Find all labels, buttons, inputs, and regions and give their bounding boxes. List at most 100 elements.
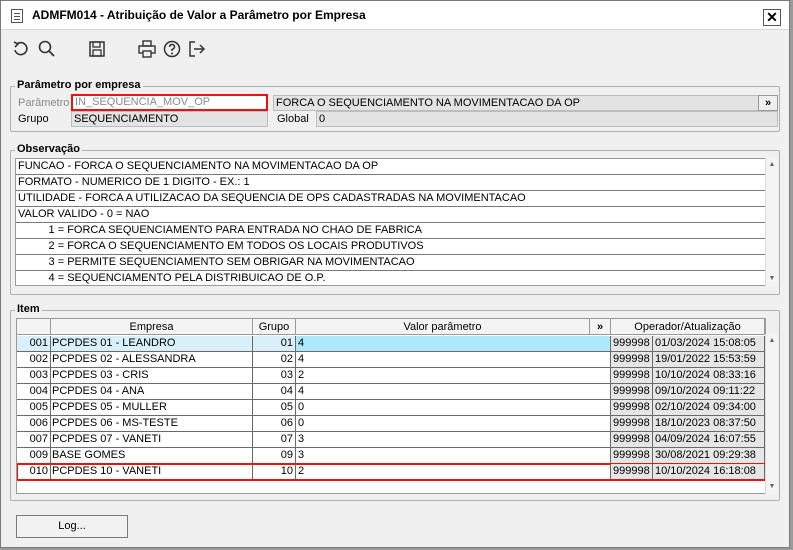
grid-header: Empresa Grupo Valor parâmetro » Operador… (17, 319, 765, 335)
row-operador: 999998 (611, 368, 653, 383)
row-valor[interactable]: 2 (296, 368, 611, 383)
row-valor[interactable]: 3 (296, 432, 611, 447)
row-grupo: 03 (253, 368, 296, 383)
param-group-title: Parâmetro por empresa (15, 79, 143, 91)
close-button[interactable]: ✕ (763, 9, 781, 26)
row-empresa: BASE GOMES (51, 448, 253, 463)
observation-line: 4 = SEQUENCIAMENTO PELA DISTRIBUICAO DE … (16, 271, 765, 285)
row-valor[interactable]: 4 (296, 352, 611, 367)
row-empresa: PCPDES 05 - MULLER (51, 400, 253, 415)
row-operador: 999998 (611, 464, 653, 479)
row-valor[interactable]: 0 (296, 416, 611, 431)
observation-line: VALOR VALIDO - 0 = NAO (16, 207, 765, 223)
col-header-operador[interactable]: Operador/Atualização (611, 319, 765, 335)
row-grupo: 02 (253, 352, 296, 367)
print-icon[interactable] (137, 39, 157, 59)
row-number: 001 (17, 336, 51, 351)
row-empresa: PCPDES 01 - LEANDRO (51, 336, 253, 351)
row-operador: 999998 (611, 400, 653, 415)
obs-group-title: Observação (15, 143, 82, 155)
scroll-down-icon[interactable]: ▼ (766, 481, 778, 493)
col-expand-button[interactable]: » (590, 319, 611, 335)
row-grupo: 07 (253, 432, 296, 447)
row-grupo: 06 (253, 416, 296, 431)
observation-list: FUNCAO - FORCA O SEQUENCIAMENTO NA MOVIM… (15, 158, 766, 286)
toolbar (1, 31, 789, 67)
row-grupo: 05 (253, 400, 296, 415)
row-grupo: 09 (253, 448, 296, 463)
row-valor[interactable]: 2 (296, 464, 611, 479)
row-valor[interactable]: 4 (296, 336, 611, 351)
main-window: ADMFM014 - Atribuição de Valor a Parâmet… (0, 0, 790, 548)
row-empresa: PCPDES 07 - VANETI (51, 432, 253, 447)
exit-icon[interactable] (187, 39, 207, 59)
row-data: 02/10/2024 09:34:00 (653, 400, 765, 415)
table-row[interactable]: 001 PCPDES 01 - LEANDRO 01 4 999998 01/03/202… (17, 336, 765, 352)
table-row[interactable]: 004 PCPDES 04 - ANA 04 4 999998 09/10/2024 09… (17, 384, 765, 400)
table-row[interactable]: 002 PCPDES 02 - ALESSANDRA 02 4 999998 19/01/… (17, 352, 765, 368)
row-number: 003 (17, 368, 51, 383)
row-number: 010 (17, 464, 51, 479)
scroll-up-icon[interactable]: ▲ (766, 335, 778, 347)
row-valor[interactable]: 3 (296, 448, 611, 463)
row-empresa: PCPDES 03 - CRIS (51, 368, 253, 383)
help-icon[interactable] (162, 39, 182, 59)
row-valor[interactable]: 0 (296, 400, 611, 415)
row-number: 007 (17, 432, 51, 447)
item-grid: Empresa Grupo Valor parâmetro » Operador… (16, 318, 766, 494)
save-icon[interactable] (87, 39, 107, 59)
parametro-expand-button[interactable]: » (758, 95, 778, 111)
row-data: 01/03/2024 15:08:05 (653, 336, 765, 351)
parametro-label: Parâmetro (18, 97, 70, 109)
observation-line: FUNCAO - FORCA O SEQUENCIAMENTO NA MOVIM… (16, 159, 765, 175)
col-header-valor[interactable]: Valor parâmetro (296, 319, 590, 335)
row-operador: 999998 (611, 384, 653, 399)
table-row[interactable]: 009 BASE GOMES 09 3 999998 30/08/2021 09:29:3… (17, 448, 765, 464)
row-valor[interactable]: 4 (296, 384, 611, 399)
row-empresa: PCPDES 06 - MS-TESTE (51, 416, 253, 431)
row-empresa: PCPDES 04 - ANA (51, 384, 253, 399)
row-operador: 999998 (611, 336, 653, 351)
table-row[interactable]: 007 PCPDES 07 - VANETI 07 3 999998 04/09/2024… (17, 432, 765, 448)
col-header-num (17, 319, 51, 335)
row-empresa: PCPDES 10 - VANETI (51, 464, 253, 479)
table-row[interactable]: 010 PCPDES 10 - VANETI 10 2 999998 10/10/2024… (17, 463, 765, 481)
row-operador: 999998 (611, 416, 653, 431)
log-button[interactable]: Log... (16, 515, 128, 538)
row-grupo: 10 (253, 464, 296, 479)
table-row[interactable]: 006 PCPDES 06 - MS-TESTE 06 0 999998 18/10/20… (17, 416, 765, 432)
row-number: 009 (17, 448, 51, 463)
col-header-empresa[interactable]: Empresa (51, 319, 253, 335)
app-icon (11, 9, 23, 23)
grupo-label: Grupo (18, 113, 49, 125)
row-operador: 999998 (611, 448, 653, 463)
observation-line: 1 = FORCA SEQUENCIAMENTO PARA ENTRADA NO… (16, 223, 765, 239)
scroll-up-icon[interactable]: ▲ (766, 159, 778, 171)
col-header-grupo[interactable]: Grupo (253, 319, 296, 335)
row-data: 04/09/2024 16:07:55 (653, 432, 765, 447)
observation-scrollbar[interactable]: ▲ ▼ (765, 158, 778, 286)
window-title: ADMFM014 - Atribuição de Valor a Parâmet… (32, 8, 366, 22)
grupo-field: SEQUENCIAMENTO (71, 111, 268, 127)
row-empresa: PCPDES 02 - ALESSANDRA (51, 352, 253, 367)
observation-line: 2 = FORCA O SEQUENCIAMENTO EM TODOS OS L… (16, 239, 765, 255)
row-operador: 999998 (611, 352, 653, 367)
observation-line: FORMATO - NUMERICO DE 1 DIGITO - EX.: 1 (16, 175, 765, 191)
row-number: 004 (17, 384, 51, 399)
item-group-title: Item (15, 303, 42, 315)
row-data: 19/01/2022 15:53:59 (653, 352, 765, 367)
parametro-field[interactable]: IN_SEQUENCIA_MOV_OP (71, 94, 268, 111)
table-row[interactable]: 003 PCPDES 03 - CRIS 03 2 999998 10/10/2024 0… (17, 368, 765, 384)
row-data: 18/10/2023 08:37:50 (653, 416, 765, 431)
scroll-down-icon[interactable]: ▼ (766, 273, 778, 285)
grid-scrollbar[interactable]: ▲ ▼ (765, 334, 778, 494)
row-operador: 999998 (611, 432, 653, 447)
row-number: 002 (17, 352, 51, 367)
global-field: 0 (316, 111, 778, 127)
refresh-icon[interactable] (11, 39, 31, 59)
search-icon[interactable] (37, 39, 57, 59)
table-row[interactable]: 005 PCPDES 05 - MULLER 05 0 999998 02/10/2024… (17, 400, 765, 416)
row-data: 10/10/2024 08:33:16 (653, 368, 765, 383)
parametro-description: FORCA O SEQUENCIAMENTO NA MOVIMENTACAO D… (273, 95, 759, 111)
row-grupo: 04 (253, 384, 296, 399)
